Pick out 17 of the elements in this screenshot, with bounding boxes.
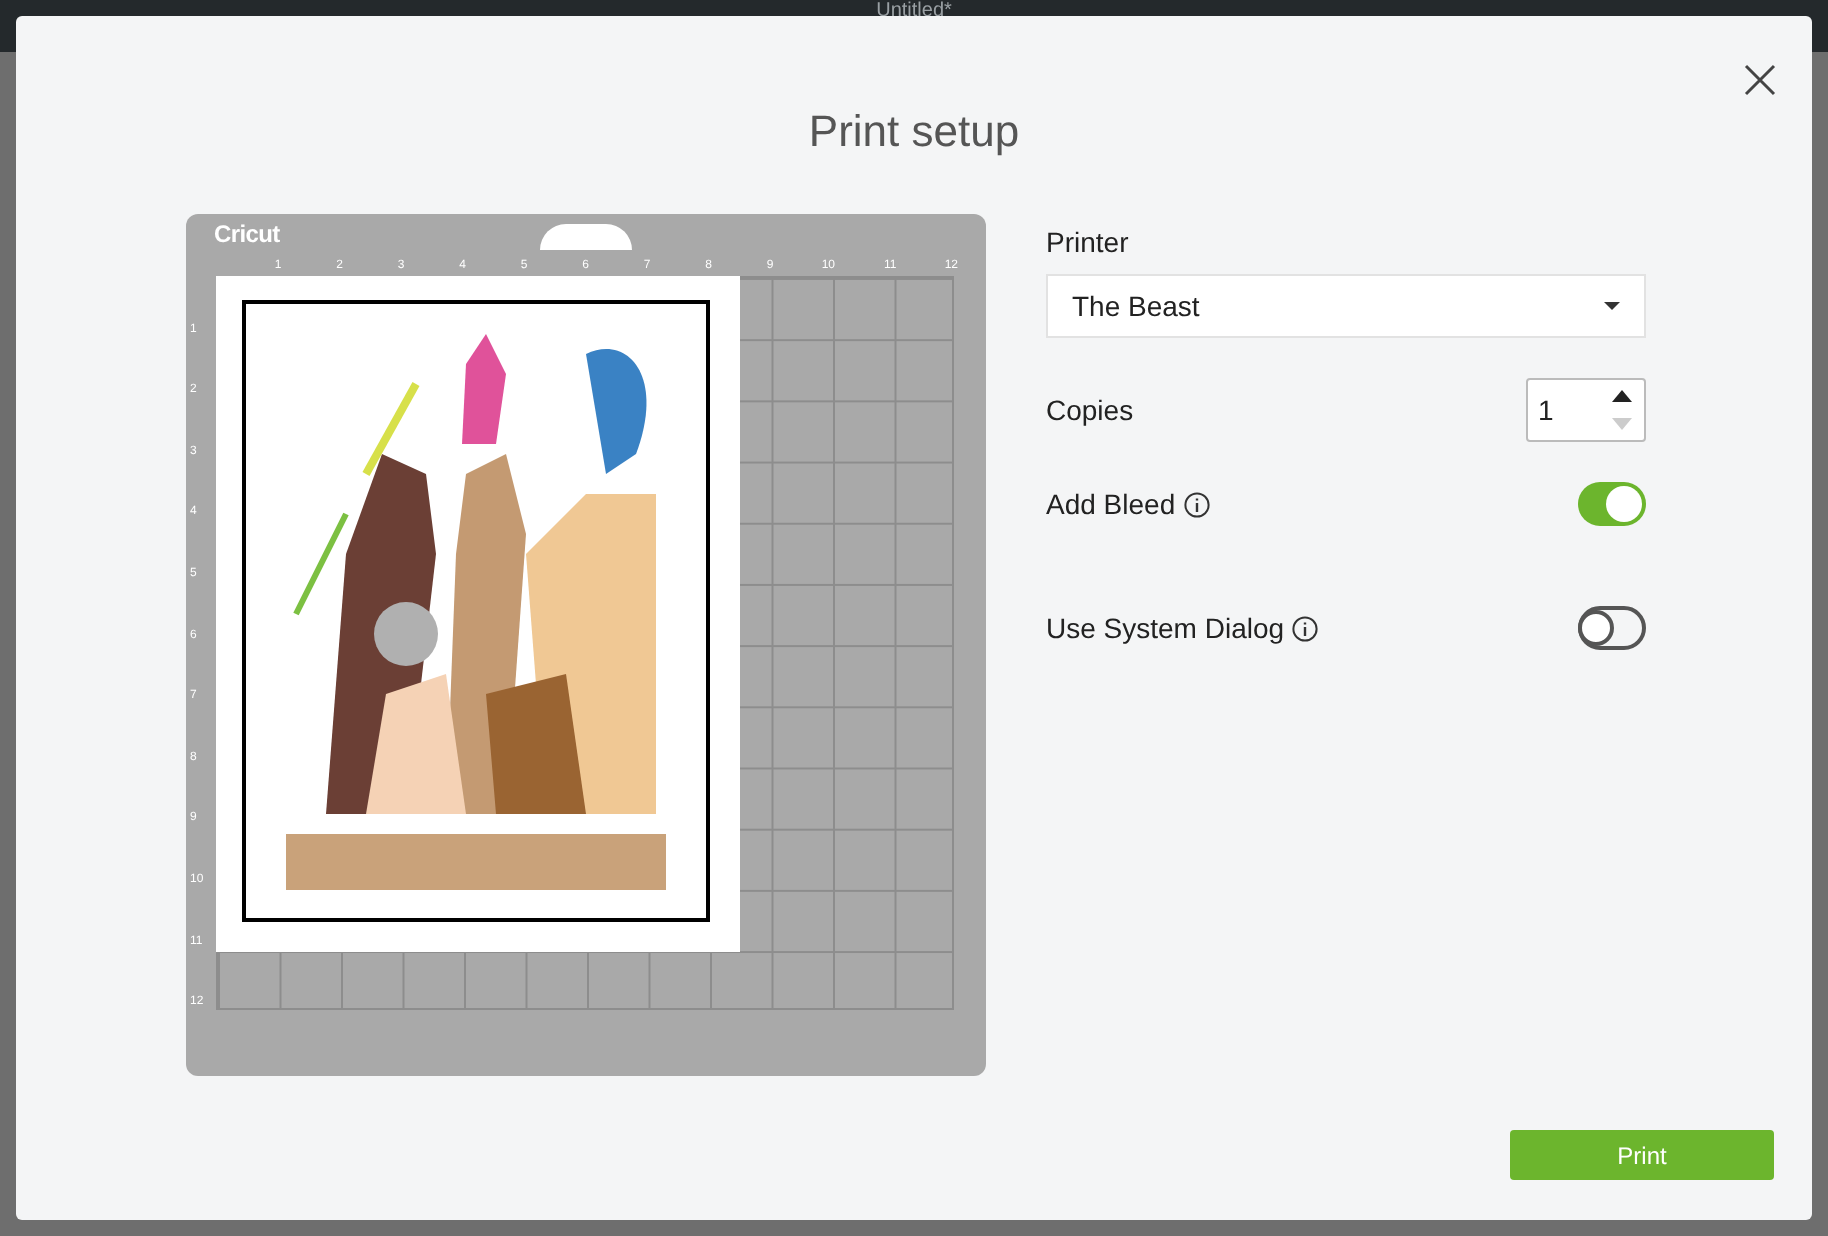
toggle-switch[interactable] (1578, 606, 1646, 650)
printer-label: Printer (1046, 224, 1131, 262)
info-icon[interactable] (1183, 491, 1210, 517)
printer-select[interactable]: The Beast (1046, 274, 1646, 338)
dialog-title: Print setup (808, 104, 1020, 160)
caret-icon (1604, 302, 1620, 310)
brand-logo-text: Cricut (214, 222, 280, 248)
mat-handle-icon (540, 224, 632, 250)
close-icon[interactable] (1744, 64, 1776, 96)
copies-label: Copies (1046, 391, 1134, 430)
stepper-arrows-icon (1610, 388, 1634, 432)
app-title: Untitled* (876, 0, 952, 22)
toggle-switch[interactable] (1578, 482, 1646, 526)
toggle-label: Use System Dialog (1046, 609, 1285, 648)
info-icon[interactable] (1292, 615, 1319, 641)
copies-spinner[interactable]: 1 (1526, 378, 1646, 442)
toggle-label: Add Bleed (1046, 485, 1176, 523)
